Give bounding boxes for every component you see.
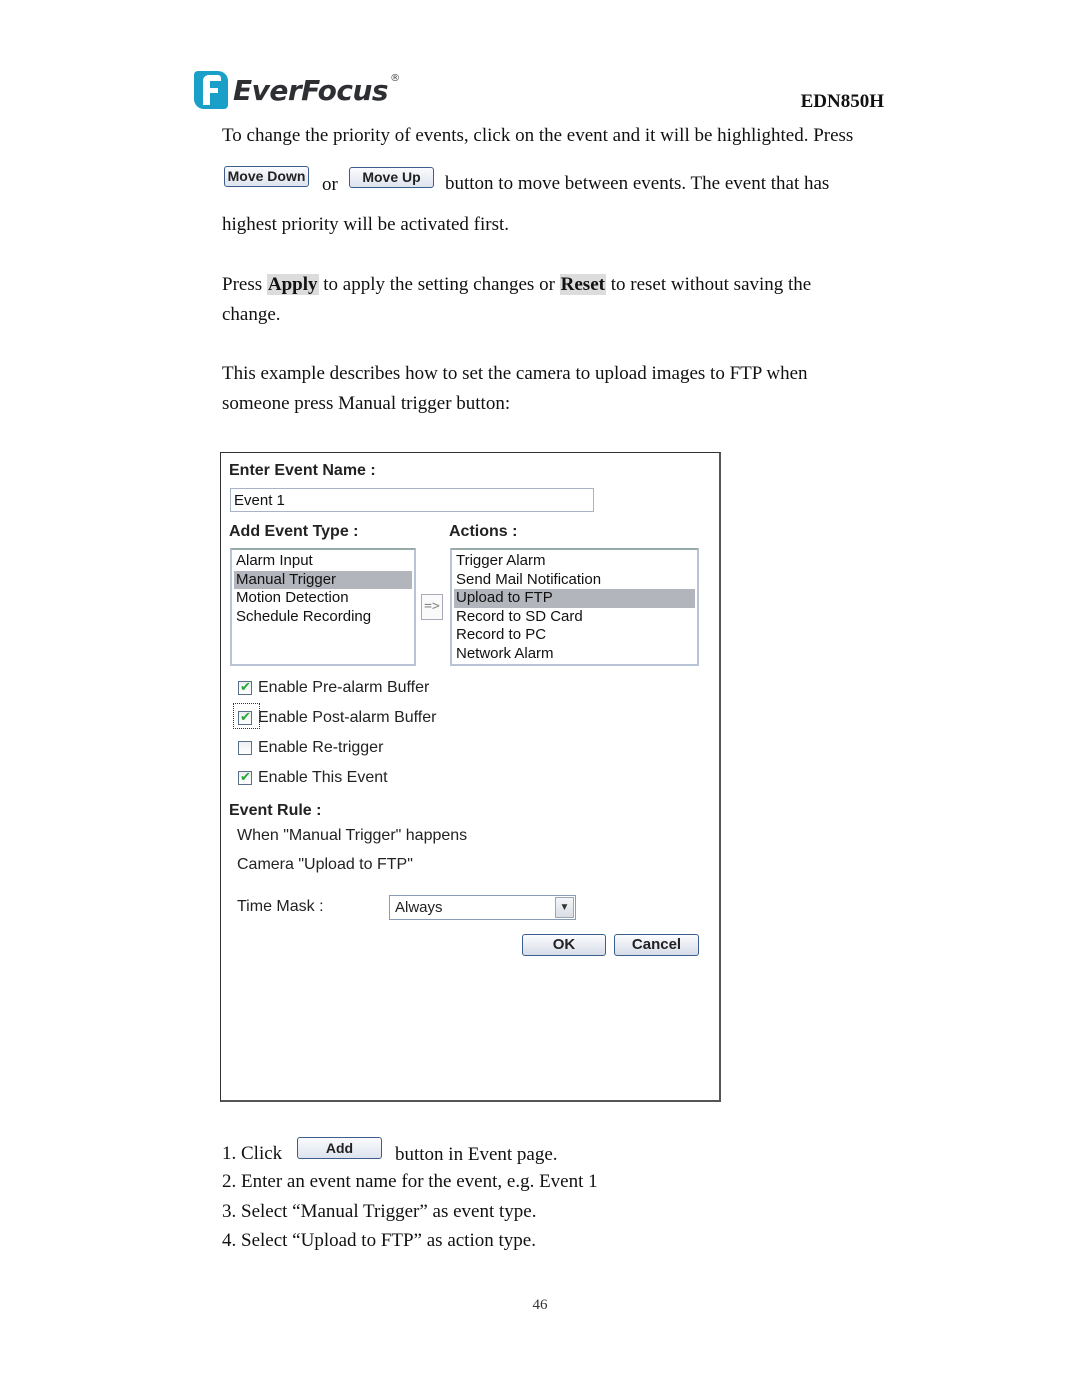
action-option[interactable]: Network Alarm [454, 645, 695, 664]
re-trigger-checkbox-row[interactable]: Enable Re-trigger [238, 738, 383, 758]
example-line-2: someone press Manual trigger button: [222, 393, 511, 414]
step-1-prefix: 1. Click [222, 1143, 283, 1164]
step-2: 2. Enter an event name for the event, e.… [222, 1171, 598, 1192]
or-text: or [322, 174, 338, 195]
brand-name: EverFocus [233, 73, 389, 107]
intro-line-1: To change the priority of events, click … [222, 125, 854, 146]
add-action-arrow-button[interactable]: => [421, 594, 443, 620]
apply-line-2: change. [222, 304, 281, 325]
event-type-option[interactable]: Schedule Recording [234, 608, 412, 627]
event-type-option-selected[interactable]: Manual Trigger [234, 570, 412, 590]
apply-middle-text: to apply the setting changes or [323, 274, 555, 295]
event-rule-label: Event Rule : [229, 802, 322, 819]
event-name-label: Enter Event Name : [229, 462, 376, 479]
event-dialog: Enter Event Name : Event 1 Add Event Typ… [220, 452, 721, 1102]
event-type-listbox[interactable]: Alarm Input Manual Trigger Motion Detect… [230, 548, 416, 666]
checkmark-icon: ✔ [240, 679, 251, 694]
everfocus-logo-icon [194, 71, 228, 109]
cancel-button[interactable]: Cancel [614, 934, 699, 956]
checkbox-label: Enable Pre-alarm Buffer [258, 679, 430, 696]
apply-line-1: Press Apply to apply the setting changes… [222, 274, 812, 295]
time-mask-label: Time Mask : [237, 898, 324, 915]
checkmark-icon: ✔ [240, 709, 251, 724]
checkbox-label: Enable Re-trigger [258, 739, 384, 756]
checkbox-label: Enable Post-alarm Buffer [258, 709, 437, 726]
post-alarm-buffer-checkbox-row[interactable]: ✔ Enable Post-alarm Buffer [238, 708, 436, 728]
action-option-selected[interactable]: Upload to FTP [454, 589, 695, 608]
actions-listbox[interactable]: Trigger Alarm Send Mail Notification Upl… [450, 548, 699, 666]
pre-alarm-buffer-checkbox[interactable]: ✔ [238, 679, 252, 695]
model-name: EDN850H [800, 91, 884, 112]
re-trigger-checkbox[interactable] [238, 741, 252, 755]
move-down-button[interactable]: Move Down [224, 166, 309, 187]
time-mask-select[interactable]: Always ▼ [389, 895, 576, 920]
step-1-suffix: button in Event page. [395, 1144, 558, 1165]
post-alarm-buffer-checkbox[interactable]: ✔ [238, 709, 252, 725]
intro-line-2: button to move between events. The event… [445, 173, 830, 194]
chevron-down-icon[interactable]: ▼ [555, 897, 574, 918]
action-option[interactable]: Record to SD Card [454, 608, 695, 627]
reset-keyword: Reset [559, 274, 606, 295]
rule-camera-text: Camera "Upload to FTP" [237, 856, 413, 873]
enable-event-checkbox-row[interactable]: ✔ Enable This Event [238, 768, 388, 788]
checkmark-icon: ✔ [240, 769, 251, 784]
rule-when-text: When "Manual Trigger" happens [237, 827, 468, 844]
apply-end-text: to reset without saving the [610, 274, 812, 295]
ok-button[interactable]: OK [522, 934, 606, 956]
actions-label: Actions : [449, 523, 518, 540]
step-3: 3. Select “Manual Trigger” as event type… [222, 1201, 537, 1222]
step-1: 1. Click [222, 1143, 282, 1165]
event-type-option[interactable]: Motion Detection [234, 589, 412, 608]
checkbox-label: Enable This Event [258, 769, 388, 786]
intro-line-3: highest priority will be activated first… [222, 214, 510, 235]
registered-mark: ® [390, 72, 401, 84]
everfocus-logo: EverFocus ® [194, 70, 400, 110]
step-4: 4. Select “Upload to FTP” as action type… [222, 1230, 536, 1251]
page-number: 46 [532, 1297, 548, 1313]
event-type-label: Add Event Type : [229, 523, 359, 540]
action-option[interactable]: Trigger Alarm [454, 552, 695, 571]
example-line-1: This example describes how to set the ca… [222, 363, 808, 384]
action-option[interactable]: Record to PC [454, 626, 695, 645]
event-name-input[interactable]: Event 1 [230, 488, 594, 512]
enable-event-checkbox[interactable]: ✔ [238, 769, 252, 785]
pre-alarm-buffer-checkbox-row[interactable]: ✔ Enable Pre-alarm Buffer [238, 678, 429, 698]
move-up-button[interactable]: Move Up [349, 167, 434, 188]
add-button[interactable]: Add [297, 1137, 382, 1159]
apply-keyword: Apply [266, 274, 319, 295]
event-type-option[interactable]: Alarm Input [234, 552, 412, 571]
action-option[interactable]: Send Mail Notification [454, 571, 695, 590]
time-mask-value: Always [395, 899, 443, 916]
press-text: Press [222, 274, 263, 295]
